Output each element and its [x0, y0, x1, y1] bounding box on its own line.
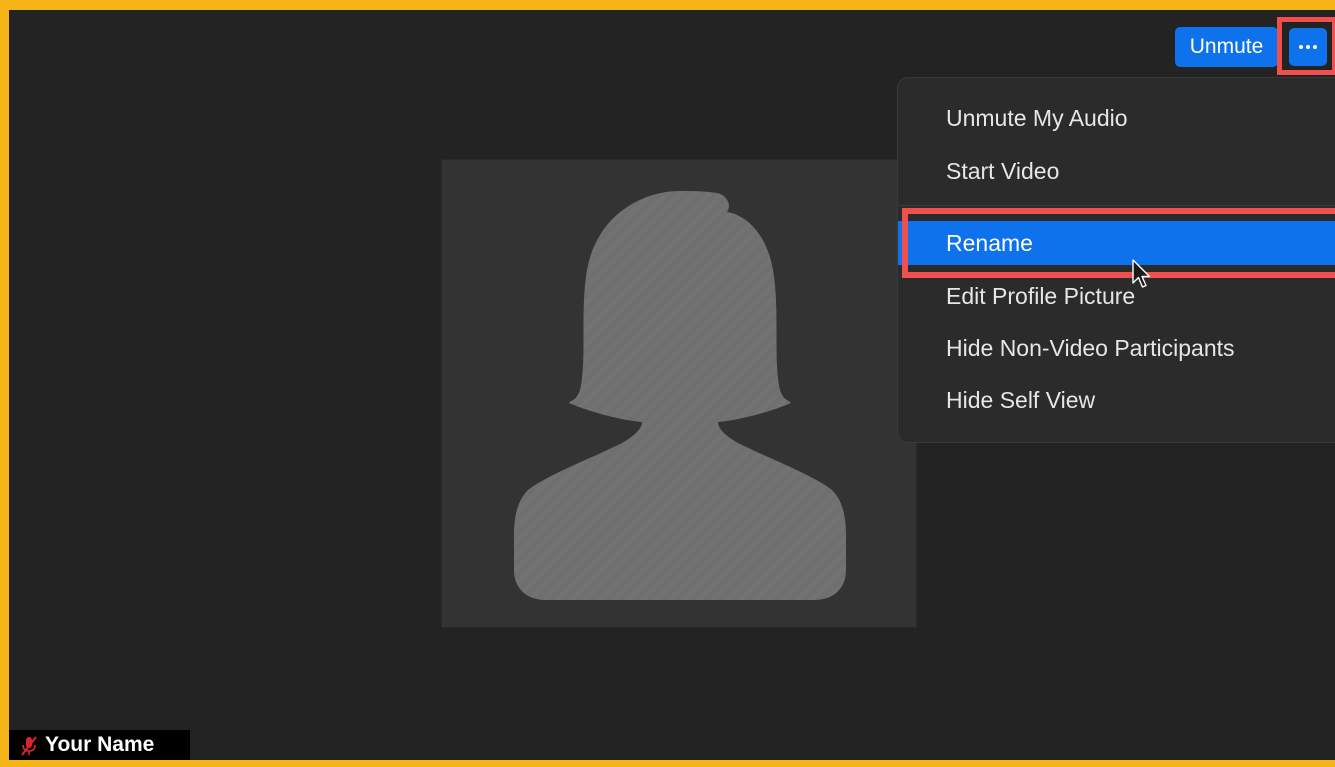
- mouse-pointer-icon: [1132, 259, 1151, 288]
- menu-item-unmute-my-audio[interactable]: Unmute My Audio: [898, 96, 1335, 140]
- rename-highlight: [902, 208, 1335, 278]
- participant-video-tile[interactable]: [441, 159, 917, 628]
- menu-item-hide-non-video-participants[interactable]: Hide Non-Video Participants: [898, 326, 1335, 370]
- more-options-button[interactable]: [1289, 28, 1327, 66]
- ellipsis-icon: [1289, 28, 1327, 66]
- unmute-button[interactable]: Unmute: [1175, 27, 1278, 67]
- menu-item-edit-profile-picture[interactable]: Edit Profile Picture: [898, 274, 1335, 318]
- participant-name: Your Name: [45, 733, 155, 756]
- mic-muted-icon: [21, 736, 37, 756]
- person-silhouette-icon: [514, 191, 846, 600]
- participant-name-label: Your Name: [9, 730, 190, 760]
- menu-item-start-video[interactable]: Start Video: [898, 149, 1335, 193]
- menu-separator: [898, 205, 1335, 206]
- menu-item-hide-self-view[interactable]: Hide Self View: [898, 378, 1335, 422]
